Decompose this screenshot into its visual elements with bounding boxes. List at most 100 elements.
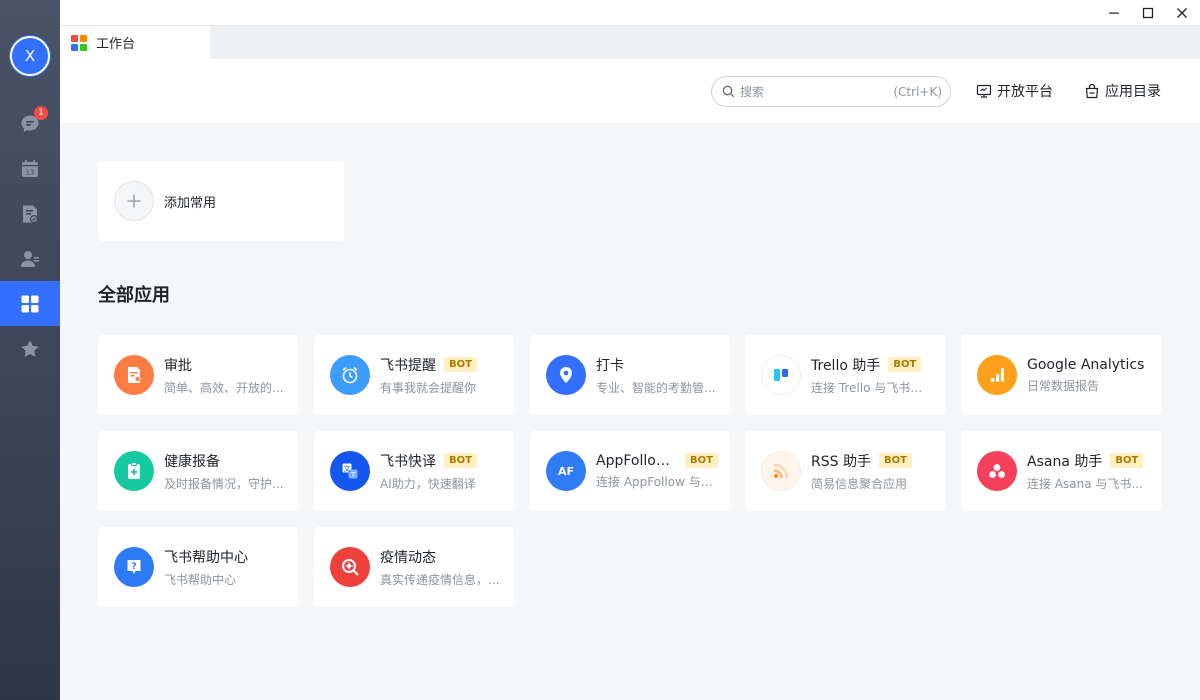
workplace-logo-icon xyxy=(71,34,87,51)
app-name: AppFollow... xyxy=(596,452,678,469)
translate-icon: 文T xyxy=(330,451,370,491)
app-desc: 专业、智能的考勤管... xyxy=(596,380,716,395)
app-desc: 真实传递疫情信息，... xyxy=(380,572,500,587)
calendar-button[interactable]: 13 xyxy=(0,146,60,191)
svg-text:13: 13 xyxy=(26,168,35,176)
bot-badge: BOT xyxy=(1110,453,1144,468)
alarm-clock-icon xyxy=(330,355,370,395)
app-card[interactable]: Asana 助手 BOT 连接 Asana 与飞书... xyxy=(961,431,1161,511)
app-name: 打卡 xyxy=(596,357,624,374)
app-desc: 有事我就会提醒你 xyxy=(380,380,477,395)
bot-badge: BOT xyxy=(444,453,477,468)
svg-text:AF: AF xyxy=(558,465,574,478)
app-directory-link[interactable]: 应用目录 xyxy=(1084,81,1161,101)
all-apps-title: 全部应用 xyxy=(98,285,170,306)
app-name: 疫情动态 xyxy=(380,549,436,566)
contacts-icon xyxy=(21,250,39,267)
title-bar xyxy=(60,0,1200,26)
contacts-button[interactable] xyxy=(0,236,60,281)
app-card[interactable]: 健康报备 及时报备情况，守护... xyxy=(98,431,298,511)
calendar-icon: 13 xyxy=(22,159,38,177)
app-desc: 简单、高效、开放的... xyxy=(164,380,284,395)
epidemic-icon xyxy=(330,547,370,587)
workplace-icon xyxy=(21,295,39,312)
app-card[interactable]: Trello 助手 BOT 连接 Trello 与飞书，... xyxy=(745,335,945,415)
docs-icon xyxy=(23,205,39,223)
app-name: 飞书提醒 xyxy=(380,357,436,374)
app-card[interactable]: RSS 助手 BOT 简易信息聚合应用 xyxy=(745,431,945,511)
bot-badge: BOT xyxy=(685,453,718,468)
monitor-icon xyxy=(976,84,992,98)
left-rail: X 1 13 xyxy=(0,0,60,700)
app-name: 健康报备 xyxy=(164,453,220,470)
app-desc: 及时报备情况，守护... xyxy=(164,476,284,491)
open-platform-label: 开放平台 xyxy=(997,84,1053,100)
asana-icon xyxy=(977,451,1017,491)
appfollow-icon: AF xyxy=(546,451,586,491)
plus-icon xyxy=(127,194,141,208)
app-directory-label: 应用目录 xyxy=(1105,84,1161,100)
app-name: Asana 助手 xyxy=(1027,453,1103,470)
app-name: Trello 助手 xyxy=(811,357,881,374)
app-desc: 简易信息聚合应用 xyxy=(811,476,908,491)
app-card[interactable]: 疫情动态 真实传递疫情信息，... xyxy=(314,527,514,607)
app-desc: 连接 Trello 与飞书，... xyxy=(811,380,933,395)
add-favorite-button[interactable]: 添加常用 xyxy=(98,161,344,241)
app-desc: AI助力，快速翻译 xyxy=(380,476,476,491)
help-center-icon: ? xyxy=(114,547,154,587)
star-icon xyxy=(21,339,39,357)
app-name: 飞书帮助中心 xyxy=(164,549,248,566)
close-button[interactable] xyxy=(1165,0,1199,26)
app-card[interactable]: 打卡 专业、智能的考勤管... xyxy=(530,335,730,415)
maximize-icon xyxy=(1142,7,1154,19)
app-desc: 飞书帮助中心 xyxy=(164,572,237,587)
app-desc: 连接 Asana 与飞书... xyxy=(1027,476,1143,491)
app-name: Google Analytics xyxy=(1027,356,1145,373)
open-platform-link[interactable]: 开放平台 xyxy=(976,81,1053,101)
app-desc: 日常数据报告 xyxy=(1027,378,1100,393)
svg-text:?: ? xyxy=(131,562,136,572)
app-card[interactable]: ? 飞书帮助中心 飞书帮助中心 xyxy=(98,527,298,607)
workplace-content: 添加常用 全部应用 审批 简单、高效、开放的... 飞书提醒 BOT 有事我就会提… xyxy=(60,123,1200,700)
bot-badge: BOT xyxy=(444,357,477,372)
app-card[interactable]: Google Analytics 日常数据报告 xyxy=(961,335,1161,415)
bot-badge: BOT xyxy=(888,357,922,372)
tab-label: 工作台 xyxy=(96,37,136,52)
docs-button[interactable] xyxy=(0,191,60,236)
add-favorite-label: 添加常用 xyxy=(164,195,217,211)
app-name: 飞书快译 xyxy=(380,453,436,470)
messages-button[interactable]: 1 xyxy=(0,101,60,146)
search-icon xyxy=(722,85,735,98)
tab-workplace[interactable]: 工作台 xyxy=(60,26,210,59)
health-report-icon xyxy=(114,451,154,491)
analytics-icon xyxy=(977,355,1017,395)
unread-badge: 1 xyxy=(34,106,48,120)
search-placeholder: 搜索 xyxy=(740,85,765,99)
app-name: 审批 xyxy=(164,357,192,374)
header: 搜索 (Ctrl+K) 开放平台 应用目录 xyxy=(60,59,1200,123)
close-icon xyxy=(1177,8,1187,18)
favorites-button[interactable] xyxy=(0,326,60,371)
minimize-icon xyxy=(1109,12,1119,14)
search-shortcut: (Ctrl+K) xyxy=(893,84,942,99)
maximize-button[interactable] xyxy=(1131,0,1165,26)
avatar[interactable]: X xyxy=(10,36,50,76)
app-card[interactable]: 审批 简单、高效、开放的... xyxy=(98,335,298,415)
shopping-bag-icon xyxy=(1085,83,1099,99)
svg-text:文: 文 xyxy=(344,464,351,473)
app-card[interactable]: AF AppFollow... BOT 连接 AppFollow 与飞... xyxy=(530,431,730,511)
bot-badge: BOT xyxy=(878,453,912,468)
add-circle xyxy=(114,181,154,221)
search-input[interactable]: 搜索 (Ctrl+K) xyxy=(711,76,951,107)
tab-strip: 工作台 xyxy=(60,26,1200,59)
app-card[interactable]: 文T 飞书快译 BOT AI助力，快速翻译 xyxy=(314,431,514,511)
trello-icon xyxy=(761,355,801,395)
app-desc: 连接 AppFollow 与飞... xyxy=(596,474,718,489)
workplace-button[interactable] xyxy=(0,281,60,326)
location-pin-icon xyxy=(546,355,586,395)
rss-icon xyxy=(761,451,801,491)
app-name: RSS 助手 xyxy=(811,453,871,470)
app-card[interactable]: 飞书提醒 BOT 有事我就会提醒你 xyxy=(314,335,514,415)
minimize-button[interactable] xyxy=(1097,0,1131,26)
approval-icon xyxy=(114,355,154,395)
